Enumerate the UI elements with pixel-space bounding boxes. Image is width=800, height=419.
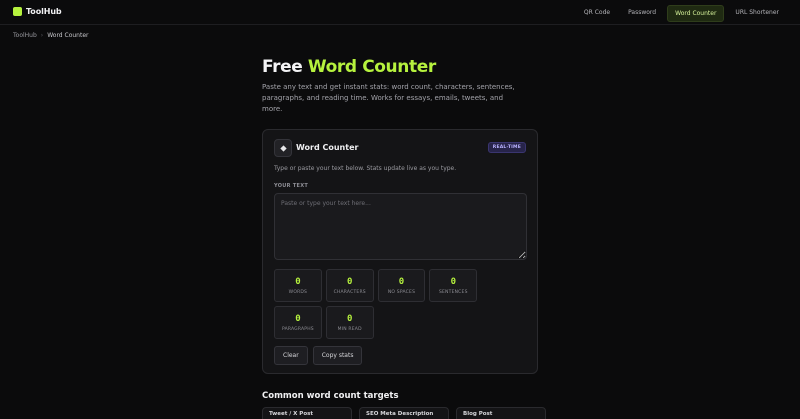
- main-nav: QR Code Password Word Counter URL Shorte…: [577, 5, 786, 22]
- copy-stats-button[interactable]: Copy stats: [312, 346, 363, 365]
- card-actions: Clear Copy stats: [274, 346, 363, 365]
- top-bar: ToolHub QR Code Password Word Counter UR…: [0, 0, 800, 25]
- breadcrumb-home[interactable]: ToolHub: [13, 32, 37, 39]
- stat-value: 0: [450, 276, 456, 287]
- stat-sentences: 0 SENTENCES: [429, 269, 478, 302]
- stat-value: 0: [346, 313, 353, 324]
- breadcrumb: ToolHub › Word Counter: [13, 32, 89, 39]
- targets-section-title: Common word count targets: [262, 391, 399, 401]
- word-counter-card: Word Counter REAL-TIME Type or paste you…: [262, 129, 538, 374]
- page-description: Paste any text and get instant stats: wo…: [262, 83, 515, 113]
- brand-name: ToolHub: [26, 7, 62, 16]
- targets-list: Tweet / X Post SEO Meta Description Blog…: [262, 407, 546, 419]
- realtime-badge: REAL-TIME: [487, 142, 526, 153]
- target-card-seo-meta[interactable]: SEO Meta Description: [359, 407, 449, 419]
- stat-label: WORDS: [288, 289, 308, 295]
- breadcrumb-current: Word Counter: [47, 32, 89, 39]
- stat-value: 0: [398, 276, 405, 287]
- stats-grid: 0 WORDS 0 CHARACTERS 0 NO SPACES 0 SENTE…: [274, 269, 527, 339]
- target-card-blog-post[interactable]: Blog Post: [456, 407, 546, 419]
- diamond-icon: [274, 139, 292, 157]
- stat-label: NO SPACES: [387, 289, 416, 295]
- brand[interactable]: ToolHub: [13, 7, 62, 16]
- breadcrumb-separator: ›: [40, 32, 44, 39]
- stat-words: 0 WORDS: [274, 269, 322, 302]
- stat-characters: 0 CHARACTERS: [325, 269, 374, 302]
- page-title-prefix: Free: [262, 57, 303, 77]
- stat-label: SENTENCES: [438, 289, 468, 295]
- stat-min-read: 0 MIN READ: [325, 306, 374, 339]
- clear-button[interactable]: Clear: [274, 346, 308, 365]
- stat-label: PARAGRAPHS: [281, 326, 314, 332]
- nav-item-password[interactable]: Password: [621, 5, 663, 22]
- stat-no-spaces: 0 NO SPACES: [377, 269, 426, 302]
- page-title: Free Word Counter: [262, 57, 436, 77]
- stat-value: 0: [346, 276, 353, 287]
- text-input[interactable]: [274, 193, 527, 260]
- nav-item-word-counter[interactable]: Word Counter: [667, 5, 725, 22]
- stat-value: 0: [295, 276, 301, 287]
- brand-logo-icon: [13, 7, 22, 16]
- stat-label: MIN READ: [337, 326, 362, 332]
- stat-value: 0: [295, 313, 301, 324]
- card-title: Word Counter: [296, 143, 359, 152]
- target-card-tweet[interactable]: Tweet / X Post: [262, 407, 352, 419]
- stat-label: CHARACTERS: [333, 289, 366, 295]
- nav-item-url-shortener[interactable]: URL Shortener: [728, 5, 786, 22]
- text-field-label: YOUR TEXT: [274, 183, 309, 189]
- card-hint: Type or paste your text below. Stats upd…: [274, 165, 457, 172]
- nav-item-qr-code[interactable]: QR Code: [577, 5, 617, 22]
- page-title-accent: Word Counter: [307, 57, 436, 77]
- stat-paragraphs: 0 PARAGRAPHS: [274, 306, 322, 339]
